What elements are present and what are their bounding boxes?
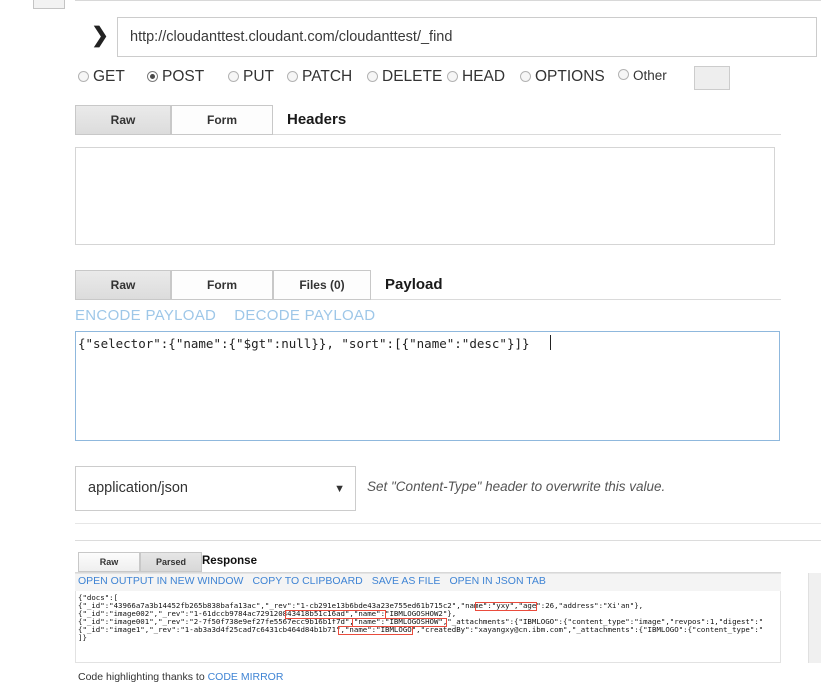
http-method-radio-group: GET POST PUT PATCH DELETE HEAD OPTIONS O… [75,66,821,94]
method-label: PATCH [302,68,353,85]
payload-editor-value: {"selector":{"name":{"$gt":null}}, "sort… [78,336,530,351]
payload-tab-underline [371,299,781,300]
chevron-down-icon: ▼ [334,483,345,495]
method-label: OPTIONS [535,68,605,85]
method-radio-get[interactable]: GET [78,68,125,90]
chevron-right-icon[interactable]: ❯ [87,23,113,49]
api-client-screen: ❯ http://cloudanttest.cloudant.com/cloud… [0,0,821,694]
open-in-json-tab-link[interactable]: OPEN IN JSON TAB [449,575,545,587]
tab-headers-raw[interactable]: Raw [75,105,171,135]
tab-response-parsed[interactable]: Parsed [140,552,202,572]
content-type-note: Set "Content-Type" header to overwrite t… [367,479,666,494]
save-as-file-link[interactable]: SAVE AS FILE [372,575,441,587]
headers-heading: Headers [287,111,347,128]
headers-tabstrip: Raw Form Headers [75,105,781,135]
radio-icon [367,70,378,82]
request-panel: ❯ http://cloudanttest.cloudant.com/cloud… [75,0,821,526]
url-row: ❯ http://cloudanttest.cloudant.com/cloud… [75,17,821,59]
code-mirror-credit: Code highlighting thanks to CODE MIRROR [78,671,283,683]
open-output-new-window-link[interactable]: OPEN OUTPUT IN NEW WINDOW [78,575,243,587]
radio-icon [520,70,531,82]
credit-text: Code highlighting thanks to [78,671,208,683]
tab-payload-form[interactable]: Form [171,270,273,300]
method-radio-other[interactable]: Other [618,67,667,89]
payload-heading: Payload [385,276,443,293]
method-radio-put[interactable]: PUT [228,68,274,90]
other-method-input[interactable] [694,66,730,90]
method-radio-delete[interactable]: DELETE [367,68,442,90]
method-label: DELETE [382,68,443,85]
method-label: POST [162,68,205,85]
response-panel: Raw Parsed Response OPEN OUTPUT IN NEW W… [75,540,821,694]
method-radio-post[interactable]: POST [147,68,204,90]
url-input[interactable]: http://cloudanttest.cloudant.com/cloudan… [117,17,817,57]
code-line: ]} [78,633,87,642]
tab-payload-raw[interactable]: Raw [75,270,171,300]
url-input-value: http://cloudanttest.cloudant.com/cloudan… [130,29,453,45]
tab-headers-form[interactable]: Form [171,105,273,135]
method-label: Other [633,68,667,84]
payload-text-caret [550,335,551,350]
response-actions: OPEN OUTPUT IN NEW WINDOW COPY TO CLIPBOA… [78,575,555,591]
radio-icon-selected [147,70,158,82]
corner-stub [33,0,65,9]
response-heading: Response [202,555,257,567]
decode-payload-link[interactable]: DECODE PAYLOAD [234,307,375,324]
method-radio-patch[interactable]: PATCH [287,68,352,90]
radio-icon [287,70,298,82]
tab-payload-files[interactable]: Files (0) [273,270,371,300]
response-code-viewer[interactable]: {"docs":[ {"_id":"43966a7a3b14452fb265b8… [75,591,781,663]
request-panel-divider [75,523,821,524]
copy-to-clipboard-link[interactable]: COPY TO CLIPBOARD [252,575,362,587]
payload-tabstrip: Raw Form Files (0) Payload [75,270,781,300]
radio-icon [618,69,629,81]
payload-editor[interactable]: {"selector":{"name":{"$gt":null}}, "sort… [75,331,780,441]
method-radio-options[interactable]: OPTIONS [520,68,605,90]
code-line: {"_id":"image1","_rev":"1-ab3a3d4f25cad7… [78,625,764,634]
radio-icon [228,70,239,82]
method-label: HEAD [462,68,506,85]
code-mirror-link[interactable]: CODE MIRROR [208,671,284,683]
radio-icon [447,70,458,82]
content-type-select[interactable]: application/json ▼ [75,466,356,511]
method-radio-head[interactable]: HEAD [447,68,505,90]
response-scrollbar[interactable] [808,573,821,663]
radio-icon [78,70,89,82]
method-label: GET [93,68,125,85]
method-label: PUT [243,68,274,85]
content-type-value: application/json [88,480,188,496]
tab-response-raw[interactable]: Raw [78,552,140,572]
headers-textarea[interactable] [75,147,775,245]
headers-tab-underline [273,134,781,135]
encode-payload-link[interactable]: ENCODE PAYLOAD [75,307,216,324]
payload-codec-links: ENCODE PAYLOAD DECODE PAYLOAD [75,307,393,327]
